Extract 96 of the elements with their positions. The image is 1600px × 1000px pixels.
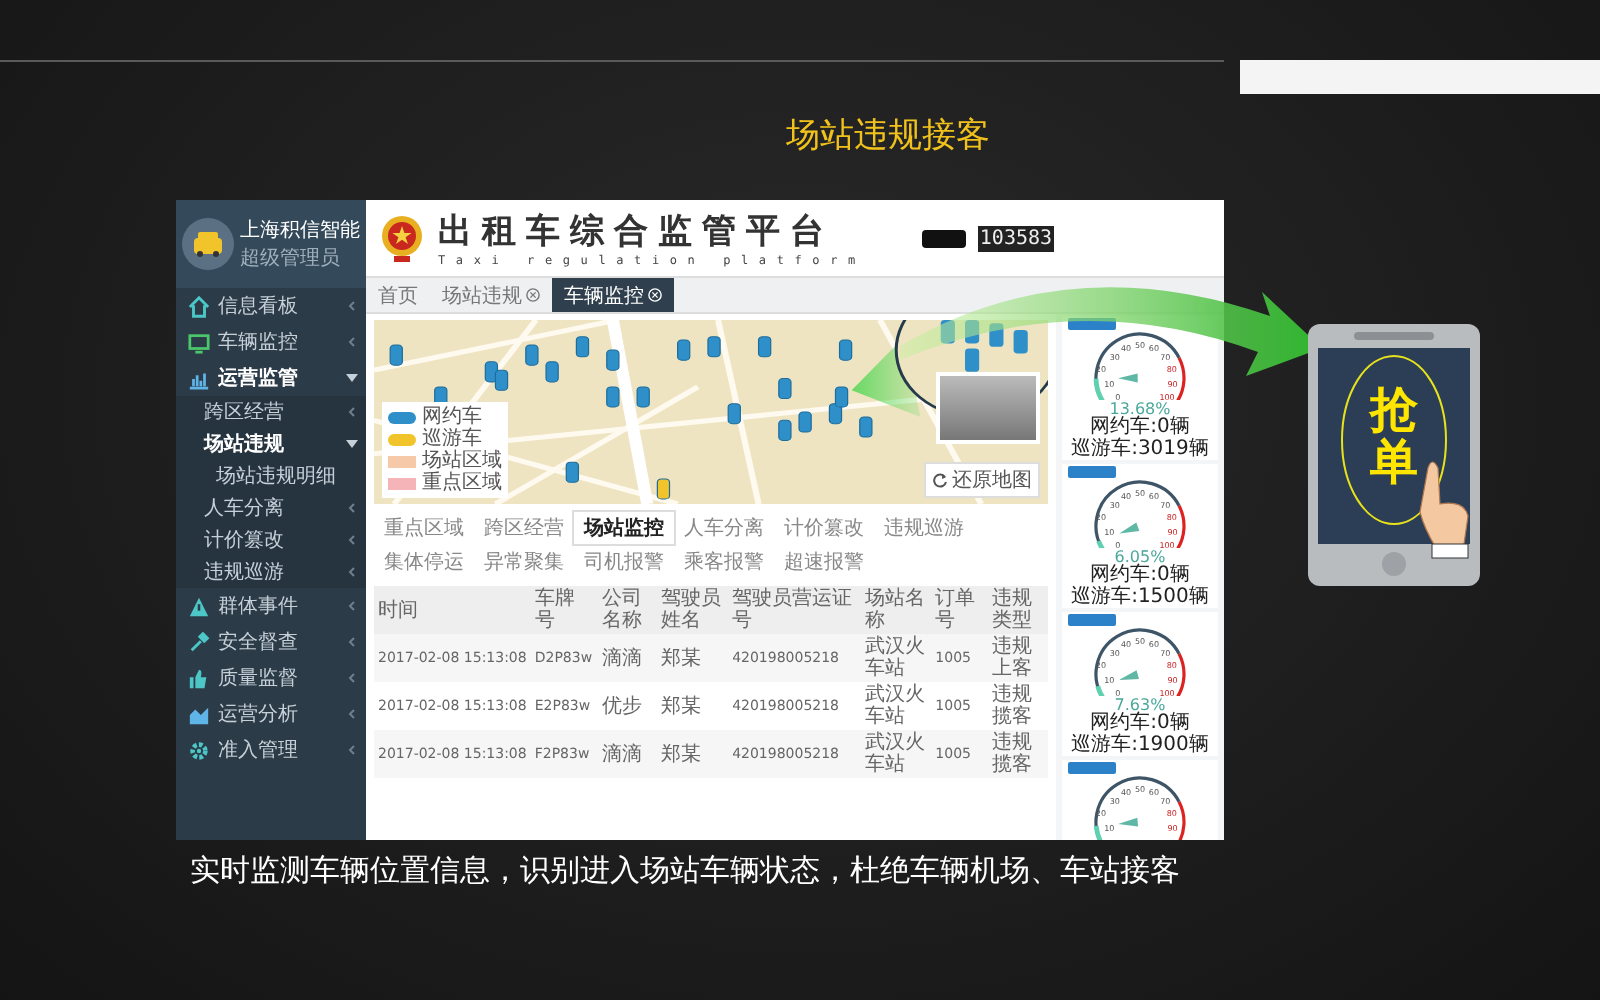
sidebar-item[interactable]: 违规巡游	[176, 556, 366, 588]
column-header: 驾驶员姓名	[657, 586, 729, 634]
area-chart-icon	[188, 703, 210, 725]
sidebar-item[interactable]: 质量监督	[176, 660, 366, 696]
monitor-tab[interactable]: 重点区域	[374, 512, 474, 544]
slide-caption: 实时监测车辆位置信息，识别进入场站车辆状态，杜绝车辆机场、车站接客	[190, 852, 1180, 890]
column-header: 车牌号	[530, 586, 598, 634]
monitor-icon	[188, 331, 210, 353]
thumbs-up-icon	[188, 667, 210, 689]
column-header: 驾驶员营运证号	[728, 586, 861, 634]
sidebar-item[interactable]: 安全督查	[176, 624, 366, 660]
profile-name: 上海积信智能	[240, 217, 360, 244]
chevron-left-icon	[346, 566, 358, 578]
sidebar-item[interactable]: 计价篡改	[176, 524, 366, 556]
sidebar-item[interactable]: 准入管理	[176, 732, 366, 768]
vehicle-count: 网约车:0辆	[1090, 418, 1190, 438]
caret-down-icon	[346, 438, 358, 450]
monitor-tab[interactable]: 计价篡改	[774, 512, 874, 544]
vehicle-counter: 103583	[977, 225, 1055, 251]
monitor-tab[interactable]: 乘客报警	[674, 546, 774, 578]
table-cell: 郑某	[657, 682, 729, 730]
sidebar-item[interactable]: 场站违规	[176, 428, 366, 460]
chevron-left-icon	[346, 406, 358, 418]
sidebar-item[interactable]: 群体事件	[176, 588, 366, 624]
chevron-left-icon	[346, 636, 358, 648]
emblem-icon	[378, 212, 426, 264]
table-cell: 郑某	[657, 730, 729, 778]
gauge-tag	[1068, 614, 1116, 626]
vehicle-count: 网约车:0辆	[1090, 714, 1190, 734]
column-header: 公司名称	[597, 586, 658, 634]
counter-label	[921, 229, 966, 247]
table-cell: 违规揽客	[987, 730, 1048, 778]
sidebar-item[interactable]: 跨区经营	[176, 396, 366, 428]
monitor-tab[interactable]: 司机报警	[574, 546, 674, 578]
chevron-left-icon	[346, 502, 358, 514]
chevron-left-icon	[346, 708, 358, 720]
column-header: 时间	[374, 586, 531, 634]
sidebar-item[interactable]: 车辆监控	[176, 324, 366, 360]
table-cell: 武汉火车站	[860, 634, 932, 682]
page-tab[interactable]: 场站违规	[430, 278, 552, 312]
sidebar-item[interactable]: 运营监管	[176, 360, 366, 396]
column-header: 违规类型	[987, 586, 1048, 634]
warning-icon	[188, 595, 210, 617]
chevron-left-icon	[346, 300, 358, 312]
table-cell: 武汉火车站	[860, 682, 932, 730]
chevron-left-icon	[346, 534, 358, 546]
monitor-tab[interactable]: 跨区经营	[474, 512, 574, 544]
sidebar-item[interactable]: 运营分析	[176, 696, 366, 732]
monitor-tab[interactable]: 异常聚集	[474, 546, 574, 578]
table-cell: 滴滴	[597, 634, 658, 682]
chevron-left-icon	[346, 744, 358, 756]
vehicle-count: 巡游车:3019辆	[1071, 439, 1209, 460]
monitor-tab[interactable]: 场站监控	[574, 512, 674, 544]
monitor-tab[interactable]: 集体停运	[374, 546, 474, 578]
table-cell: 违规上客	[987, 634, 1048, 682]
table-cell: 武汉火车站	[860, 730, 932, 778]
caret-down-icon	[346, 372, 358, 384]
table-cell: 郑某	[657, 634, 729, 682]
page-tab[interactable]: 车辆监控	[552, 278, 674, 312]
legend-label: 巡游车	[422, 428, 482, 450]
refresh-icon	[932, 472, 948, 488]
hammer-icon	[188, 631, 210, 653]
chevron-left-icon	[346, 336, 358, 348]
table-cell: 优步	[597, 682, 658, 730]
platform-title: 出租车综合监管平台	[438, 210, 836, 254]
home-icon	[188, 295, 210, 317]
sidebar-item[interactable]: 信息看板	[176, 288, 366, 324]
monitor-tab[interactable]: 违规巡游	[874, 512, 974, 544]
taxi-avatar-icon	[182, 218, 234, 270]
reset-map-button[interactable]: 还原地图	[924, 462, 1040, 498]
percent-label: 13.68%	[1109, 402, 1171, 418]
legend-label: 重点区域	[422, 472, 502, 494]
table-cell: 滴滴	[597, 730, 658, 778]
legend-label: 网约车	[422, 406, 482, 428]
column-header: 订单号	[931, 586, 988, 634]
vehicle-count: 巡游车:1500辆	[1071, 587, 1209, 608]
vehicle-count: 巡游车:1900辆	[1071, 735, 1209, 756]
slide-title: 场站违规接客	[784, 114, 992, 158]
gauge-tag	[1068, 466, 1116, 478]
monitor-tab[interactable]: 超速报警	[774, 546, 874, 578]
grab-order-label: 抢单	[1370, 384, 1418, 490]
monitor-tab[interactable]: 人车分离	[674, 512, 774, 544]
percent-label: 7.63%	[1114, 698, 1166, 714]
column-header: 场站名称	[860, 586, 932, 634]
table-cell: 违规揽客	[987, 682, 1048, 730]
gear-icon	[188, 739, 210, 761]
vehicle-count: 网约车:0辆	[1090, 566, 1190, 586]
chevron-left-icon	[346, 600, 358, 612]
percent-label: 6.05%	[1114, 550, 1166, 566]
sidebar-item[interactable]: 人车分离	[176, 492, 366, 524]
legend-label: 场站区域	[422, 450, 502, 472]
profile-role[interactable]: 超级管理员	[240, 244, 360, 272]
chevron-left-icon	[346, 672, 358, 684]
gauge-tag	[1068, 762, 1116, 774]
sidebar-item[interactable]: 场站违规明细	[176, 460, 366, 492]
page-tab[interactable]: 首页	[366, 278, 430, 312]
